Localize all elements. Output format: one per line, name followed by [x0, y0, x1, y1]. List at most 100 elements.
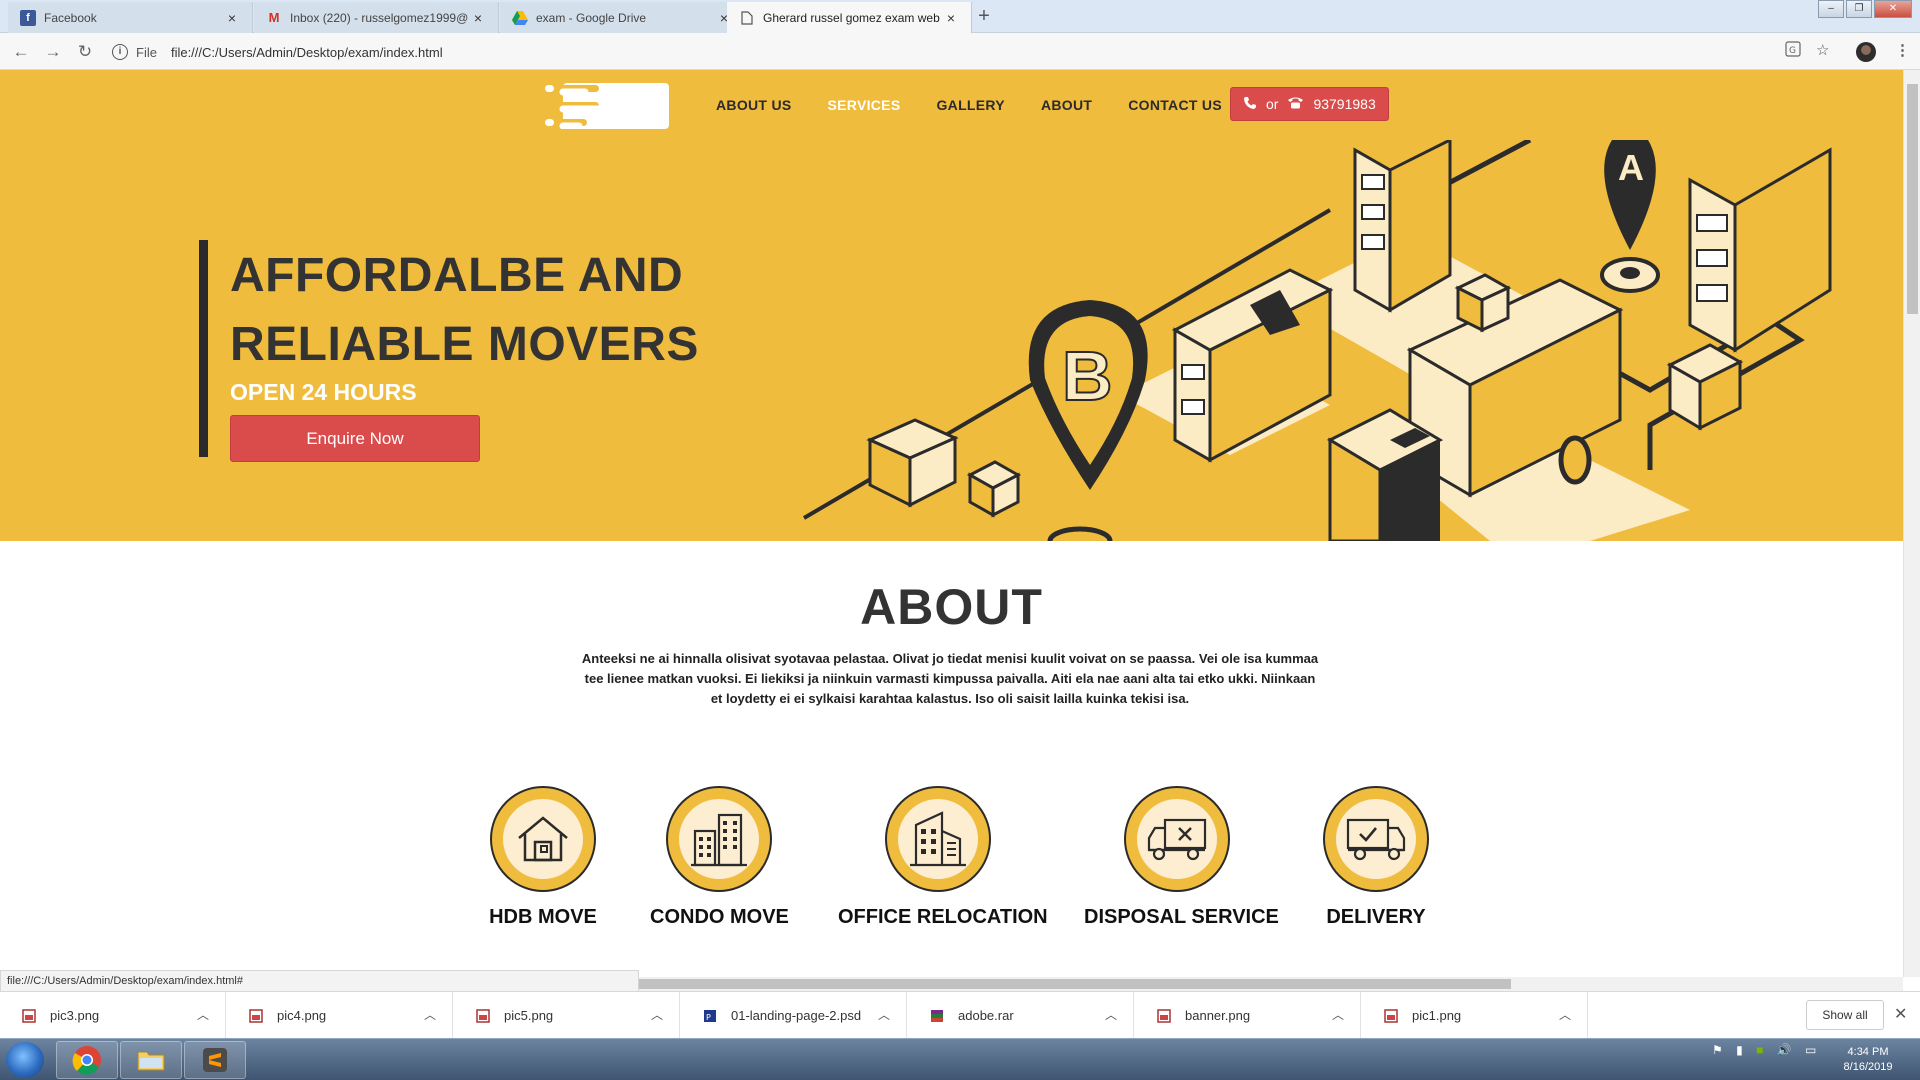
address-bar: ← → ↻ i File file:///C:/Users/Admin/Desk…: [0, 33, 1920, 70]
download-item[interactable]: banner.png ︿: [1135, 992, 1361, 1039]
reload-icon[interactable]: ↻: [74, 41, 96, 63]
url-text[interactable]: file:///C:/Users/Admin/Desktop/exam/inde…: [171, 45, 443, 60]
window-close-button[interactable]: ✕: [1874, 0, 1912, 18]
nvidia-icon[interactable]: ■: [1756, 1043, 1763, 1057]
forward-arrow-icon[interactable]: →: [42, 41, 64, 63]
sublime-text-icon: [203, 1048, 227, 1072]
image-file-icon: [476, 1008, 490, 1023]
system-tray: ⚑ ▮ ■ 🔊 ▭: [1712, 1043, 1816, 1077]
svg-text:G: G: [1789, 46, 1796, 56]
translate-icon[interactable]: G: [1785, 41, 1801, 61]
info-icon[interactable]: i: [112, 44, 128, 60]
clock-time: 4:34 PM: [1847, 1046, 1889, 1058]
service-hdb-move[interactable]: HDB MOVE: [487, 786, 599, 929]
notification-icon[interactable]: ▭: [1805, 1043, 1816, 1057]
network-icon[interactable]: ▮: [1736, 1043, 1743, 1057]
sublime-taskbar-icon[interactable]: [184, 1041, 246, 1079]
service-circle-inner: [503, 799, 583, 879]
chrome-taskbar-icon[interactable]: [56, 1041, 118, 1079]
nav-about[interactable]: ABOUT: [1041, 97, 1092, 113]
show-all-button[interactable]: Show all: [1806, 1000, 1884, 1030]
volume-icon[interactable]: 🔊: [1777, 1043, 1792, 1057]
phone-button[interactable]: or 93791983: [1230, 87, 1389, 121]
download-item[interactable]: P 01-landing-page-2.psd ︿: [681, 992, 907, 1039]
taskbar-clock[interactable]: 4:34 PM 8/16/2019: [1828, 1045, 1908, 1075]
download-item[interactable]: pic1.png ︿: [1362, 992, 1588, 1039]
download-item[interactable]: pic5.png ︿: [454, 992, 680, 1039]
download-filename: 01-landing-page-2.psd: [731, 1008, 862, 1023]
service-circle-inner: [898, 799, 978, 879]
main-nav: ABOUT US SERVICES GALLERY ABOUT CONTACT …: [716, 97, 1258, 113]
start-button[interactable]: [6, 1042, 44, 1078]
enquire-now-button[interactable]: Enquire Now: [230, 415, 480, 462]
download-filename: adobe.rar: [958, 1008, 1014, 1023]
profile-avatar[interactable]: [1856, 42, 1876, 62]
back-arrow-icon[interactable]: ←: [10, 41, 32, 63]
tab-exam-web-active[interactable]: Gherard russel gomez exam web ×: [727, 2, 972, 34]
explorer-taskbar-icon[interactable]: [120, 1041, 182, 1079]
nav-contact-us[interactable]: CONTACT US: [1128, 97, 1222, 113]
service-circle-inner: [679, 799, 759, 879]
chevron-up-icon[interactable]: ︿: [1105, 1006, 1117, 1023]
vertical-scrollbar[interactable]: [1903, 70, 1920, 977]
page-icon: [739, 10, 755, 26]
scrollbar-thumb[interactable]: [638, 979, 1511, 989]
svg-text:A: A: [1618, 147, 1644, 188]
scheme-label: File: [136, 44, 157, 60]
svg-text:B: B: [1062, 337, 1113, 415]
service-delivery[interactable]: DELIVERY: [1314, 786, 1438, 929]
minimize-button[interactable]: –: [1818, 0, 1844, 18]
tab-gmail[interactable]: M Inbox (220) - russelgomez1999@ ×: [254, 2, 499, 33]
menu-kebab-icon[interactable]: ⋮: [1895, 41, 1910, 59]
flag-icon[interactable]: ⚑: [1712, 1043, 1723, 1057]
chevron-up-icon[interactable]: ︿: [424, 1006, 436, 1023]
chevron-up-icon[interactable]: ︿: [878, 1006, 890, 1023]
chevron-up-icon[interactable]: ︿: [651, 1006, 663, 1023]
chevron-up-icon[interactable]: ︿: [197, 1006, 209, 1023]
download-filename: banner.png: [1185, 1008, 1251, 1023]
download-item[interactable]: pic4.png ︿: [227, 992, 453, 1039]
phone-or-text: or: [1266, 96, 1279, 112]
download-filename: pic3.png: [50, 1008, 100, 1023]
tab-google-drive[interactable]: exam - Google Drive ×: [500, 2, 745, 33]
close-icon[interactable]: ×: [943, 10, 959, 26]
service-circle: [666, 786, 772, 892]
service-office-relocation[interactable]: OFFICE RELOCATION: [838, 786, 1048, 929]
close-icon[interactable]: ×: [224, 10, 240, 26]
telephone-icon: [1287, 96, 1304, 112]
image-file-icon: [1157, 1008, 1171, 1023]
psd-file-icon: P: [704, 1009, 716, 1022]
hero-title-line1: AFFORDALBE AND: [230, 249, 684, 302]
folder-icon: [137, 1051, 165, 1071]
close-icon[interactable]: ✕: [1894, 1004, 1907, 1024]
nav-services[interactable]: SERVICES: [828, 97, 901, 113]
windows-taskbar: ⚑ ▮ ■ 🔊 ▭ 4:34 PM 8/16/2019: [0, 1038, 1920, 1080]
site-logo[interactable]: [545, 83, 669, 129]
download-item[interactable]: pic3.png ︿: [0, 992, 226, 1039]
archive-file-icon: [931, 1009, 943, 1022]
download-item[interactable]: adobe.rar ︿: [908, 992, 1134, 1039]
omnibox[interactable]: i File file:///C:/Users/Admin/Desktop/ex…: [112, 39, 1762, 65]
clock-date: 8/16/2019: [1843, 1061, 1893, 1073]
bookmark-star-icon[interactable]: ☆: [1816, 41, 1829, 59]
tab-label: Facebook: [44, 10, 97, 25]
browser-tabstrip: f Facebook × M Inbox (220) - russelgomez…: [0, 0, 1920, 34]
new-tab-button[interactable]: +: [972, 6, 996, 28]
about-title: ABOUT: [860, 579, 1043, 635]
scrollbar-thumb[interactable]: [1907, 84, 1918, 314]
movers-illustration: A B: [802, 140, 1832, 541]
chevron-up-icon[interactable]: ︿: [1332, 1006, 1344, 1023]
chevron-up-icon[interactable]: ︿: [1559, 1006, 1571, 1023]
service-circle: [490, 786, 596, 892]
nav-gallery[interactable]: GALLERY: [936, 97, 1004, 113]
tab-facebook[interactable]: f Facebook ×: [8, 2, 253, 33]
hero-subtitle: OPEN 24 HOURS: [230, 379, 417, 405]
service-disposal[interactable]: DISPOSAL SERVICE: [1084, 786, 1279, 929]
maximize-button[interactable]: ❐: [1846, 0, 1872, 18]
service-label: CONDO MOVE: [650, 906, 789, 928]
chrome-icon: [72, 1046, 101, 1075]
close-icon[interactable]: ×: [470, 10, 486, 26]
facebook-icon: f: [20, 9, 36, 26]
nav-about-us[interactable]: ABOUT US: [716, 97, 792, 113]
service-condo-move[interactable]: CONDO MOVE: [650, 786, 789, 929]
